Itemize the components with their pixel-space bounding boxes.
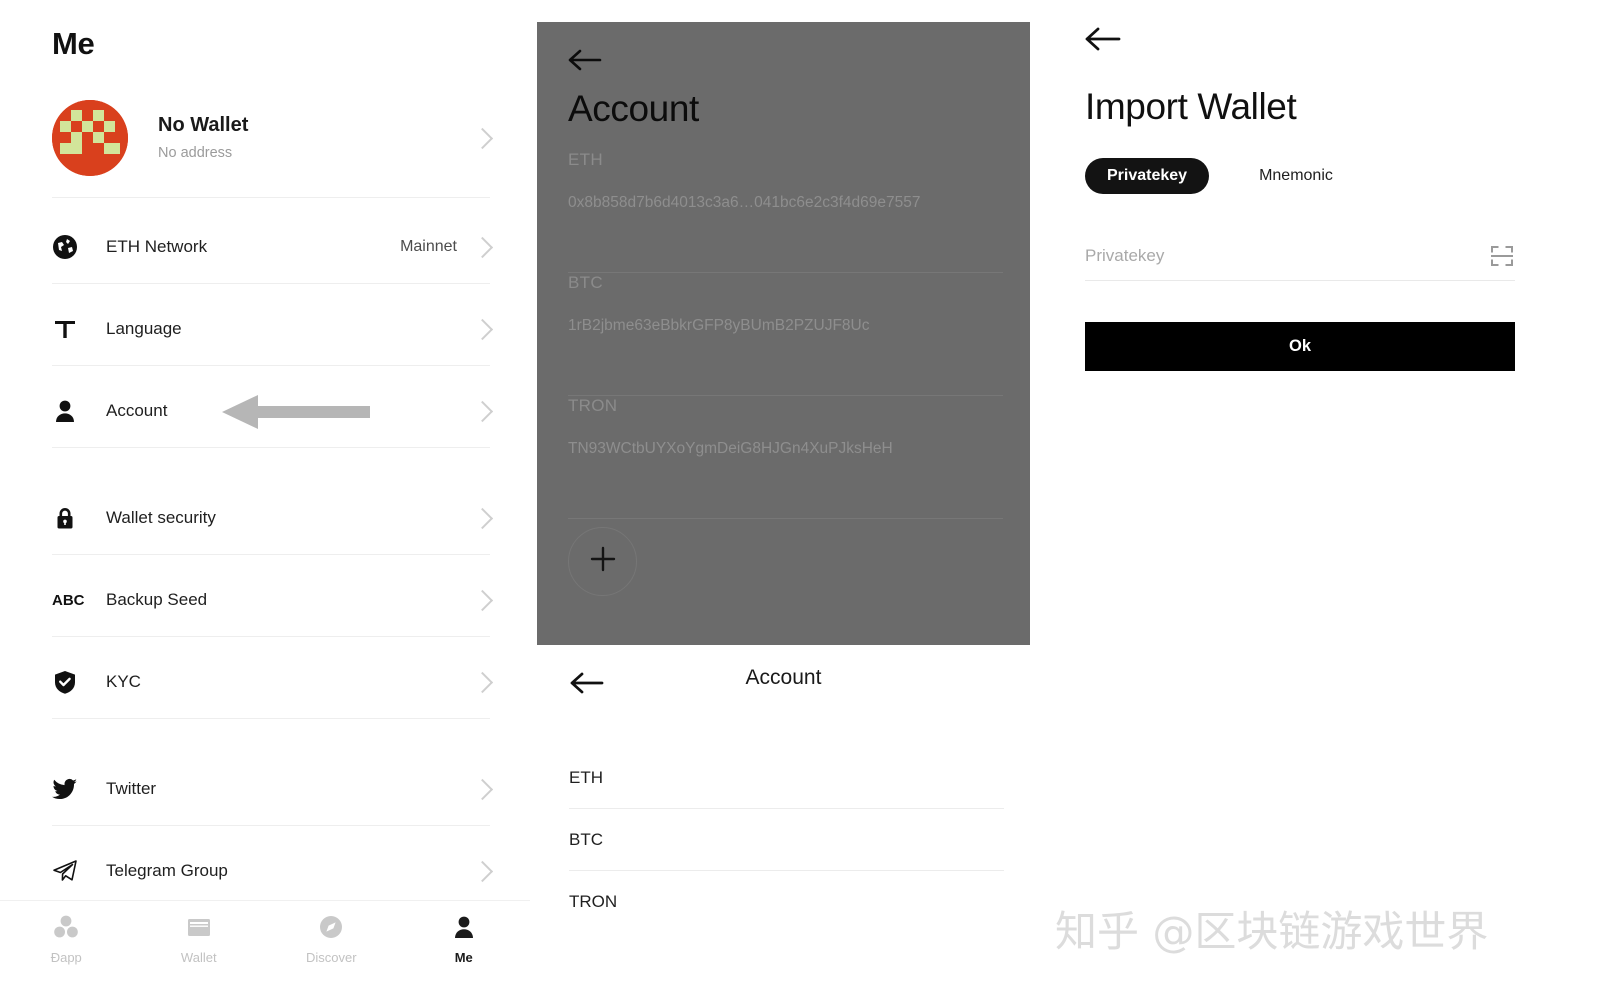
coin-label: ETH xyxy=(568,150,603,169)
account-screen-dimmed: Account ETH 0x8b858d7b6d4013c3a6…041bc6e… xyxy=(537,22,1030,645)
add-account-button[interactable] xyxy=(568,527,637,596)
menu-item-telegram-group[interactable]: Telegram Group xyxy=(52,844,494,898)
menu-item-label: Backup Seed xyxy=(106,590,208,609)
divider xyxy=(52,447,490,448)
abc-icon: ABC xyxy=(52,591,85,609)
tab-discover[interactable]: Discover xyxy=(265,913,398,965)
import-type-tabs: Privatekey Mnemonic xyxy=(1085,158,1355,194)
menu-item-label: Telegram Group xyxy=(106,861,228,880)
page-title: Account xyxy=(568,88,699,129)
dapp-icon xyxy=(52,913,80,941)
tab-dapp[interactable]: Ðapp xyxy=(0,913,133,965)
wallet-icon xyxy=(185,913,213,941)
coin-label: TRON xyxy=(569,892,618,911)
coin-label: TRON xyxy=(568,396,618,415)
privatekey-input[interactable] xyxy=(1085,246,1481,266)
menu-item-backup-seed[interactable]: ABC Backup Seed xyxy=(52,573,494,627)
coin-address: 0x8b858d7b6d4013c3a6…041bc6e2c3f4d69e755… xyxy=(568,194,921,211)
coin-address: 1rB2jbme63eBbkrGFP8yBUmB2PZUJF8Uc xyxy=(568,317,870,334)
menu-item-language[interactable]: Language xyxy=(52,302,494,356)
menu-item-label: Twitter xyxy=(106,779,157,798)
person-icon xyxy=(450,913,478,941)
divider xyxy=(52,718,490,719)
tab-label: Wallet xyxy=(180,950,217,965)
profile-text: No Wallet No address xyxy=(158,112,475,164)
back-arrow-icon[interactable] xyxy=(1084,22,1126,56)
annotation-left-arrow-icon xyxy=(222,395,370,429)
chevron-right-icon xyxy=(471,671,494,693)
page-title: Account xyxy=(745,666,822,689)
bottom-tabbar: Ðapp Wallet Discover Me xyxy=(0,900,530,1008)
qr-scan-icon[interactable] xyxy=(1489,243,1515,269)
chevron-right-icon xyxy=(471,400,494,422)
chevron-right-icon xyxy=(471,778,494,800)
menu-item-label: ETH Network xyxy=(106,237,208,256)
person-icon xyxy=(52,396,86,426)
menu-item-twitter[interactable]: Twitter xyxy=(52,762,494,816)
lock-icon xyxy=(52,503,86,533)
wallet-name: No Wallet xyxy=(158,114,249,136)
coin-label: ETH xyxy=(569,767,603,787)
menu-item-value: Mainnet xyxy=(400,238,457,255)
coin-label: BTC xyxy=(568,273,603,292)
divider xyxy=(52,636,490,637)
chevron-right-icon xyxy=(471,507,494,529)
ok-button[interactable]: Ok xyxy=(1085,322,1515,371)
menu-item-eth-network[interactable]: ETH Network Mainnet xyxy=(52,220,494,274)
menu-item-label: Language xyxy=(106,319,182,338)
coin-address: TN93WCtbUYXoYgmDeiG8HJGn4XuPJksHeH xyxy=(568,440,893,457)
divider xyxy=(52,197,490,198)
coin-label: BTC xyxy=(569,829,603,849)
tab-mnemonic[interactable]: Mnemonic xyxy=(1237,158,1355,194)
list-item[interactable]: BTC xyxy=(569,809,1004,871)
import-wallet-screen: Import Wallet Privatekey Mnemonic Ok xyxy=(1035,0,1600,1008)
watermark: 知乎 @区块链游戏世界 xyxy=(1055,907,1489,956)
menu-item-kyc[interactable]: KYC xyxy=(52,655,494,709)
account-entry-eth[interactable]: ETH 0x8b858d7b6d4013c3a6…041bc6e2c3f4d69… xyxy=(568,150,1003,212)
menu-item-wallet-security[interactable]: Wallet security xyxy=(52,491,494,545)
chevron-right-icon xyxy=(471,860,494,882)
chevron-right-icon xyxy=(471,127,494,149)
plus-icon xyxy=(589,545,617,578)
chevron-right-icon xyxy=(471,318,494,340)
account-entry-btc[interactable]: BTC 1rB2jbme63eBbkrGFP8yBUmB2PZUJF8Uc xyxy=(568,273,1003,335)
wallet-address: No address xyxy=(158,145,233,161)
tab-wallet[interactable]: Wallet xyxy=(133,913,266,965)
divider xyxy=(568,518,1003,519)
identicon-avatar xyxy=(52,100,128,176)
compass-icon xyxy=(317,913,345,941)
telegram-icon xyxy=(52,856,86,886)
divider xyxy=(52,283,490,284)
list-item[interactable]: ETH xyxy=(569,747,1004,809)
page-title: Me xyxy=(52,26,95,61)
divider xyxy=(52,365,490,366)
back-arrow-icon[interactable] xyxy=(567,44,607,76)
list-item[interactable]: TRON xyxy=(569,871,1004,933)
profile-row[interactable]: No Wallet No address xyxy=(52,97,494,179)
divider xyxy=(52,554,490,555)
menu-item-label: Wallet security xyxy=(106,508,216,527)
tab-me[interactable]: Me xyxy=(398,913,531,965)
tab-label: Me xyxy=(454,950,473,965)
twitter-icon xyxy=(52,774,86,804)
me-screen: Me No Wallet No address ETH Network Main… xyxy=(0,0,530,1008)
tab-label: Ðapp xyxy=(50,950,82,965)
chevron-right-icon xyxy=(471,236,494,258)
chevron-right-icon xyxy=(471,589,494,611)
shield-check-icon xyxy=(52,667,86,697)
page-title: Import Wallet xyxy=(1085,86,1297,127)
tab-privatekey[interactable]: Privatekey xyxy=(1085,158,1210,194)
account-screen-list: Account ETH BTC TRON xyxy=(537,645,1030,1008)
divider xyxy=(52,825,490,826)
tab-label: Discover xyxy=(305,950,357,965)
text-t-icon xyxy=(52,314,86,344)
privatekey-field-wrapper xyxy=(1085,232,1515,281)
account-entry-tron[interactable]: TRON TN93WCtbUYXoYgmDeiG8HJGn4XuPJksHeH xyxy=(568,396,1003,458)
globe-icon xyxy=(52,232,86,262)
menu-item-label: KYC xyxy=(106,672,141,691)
